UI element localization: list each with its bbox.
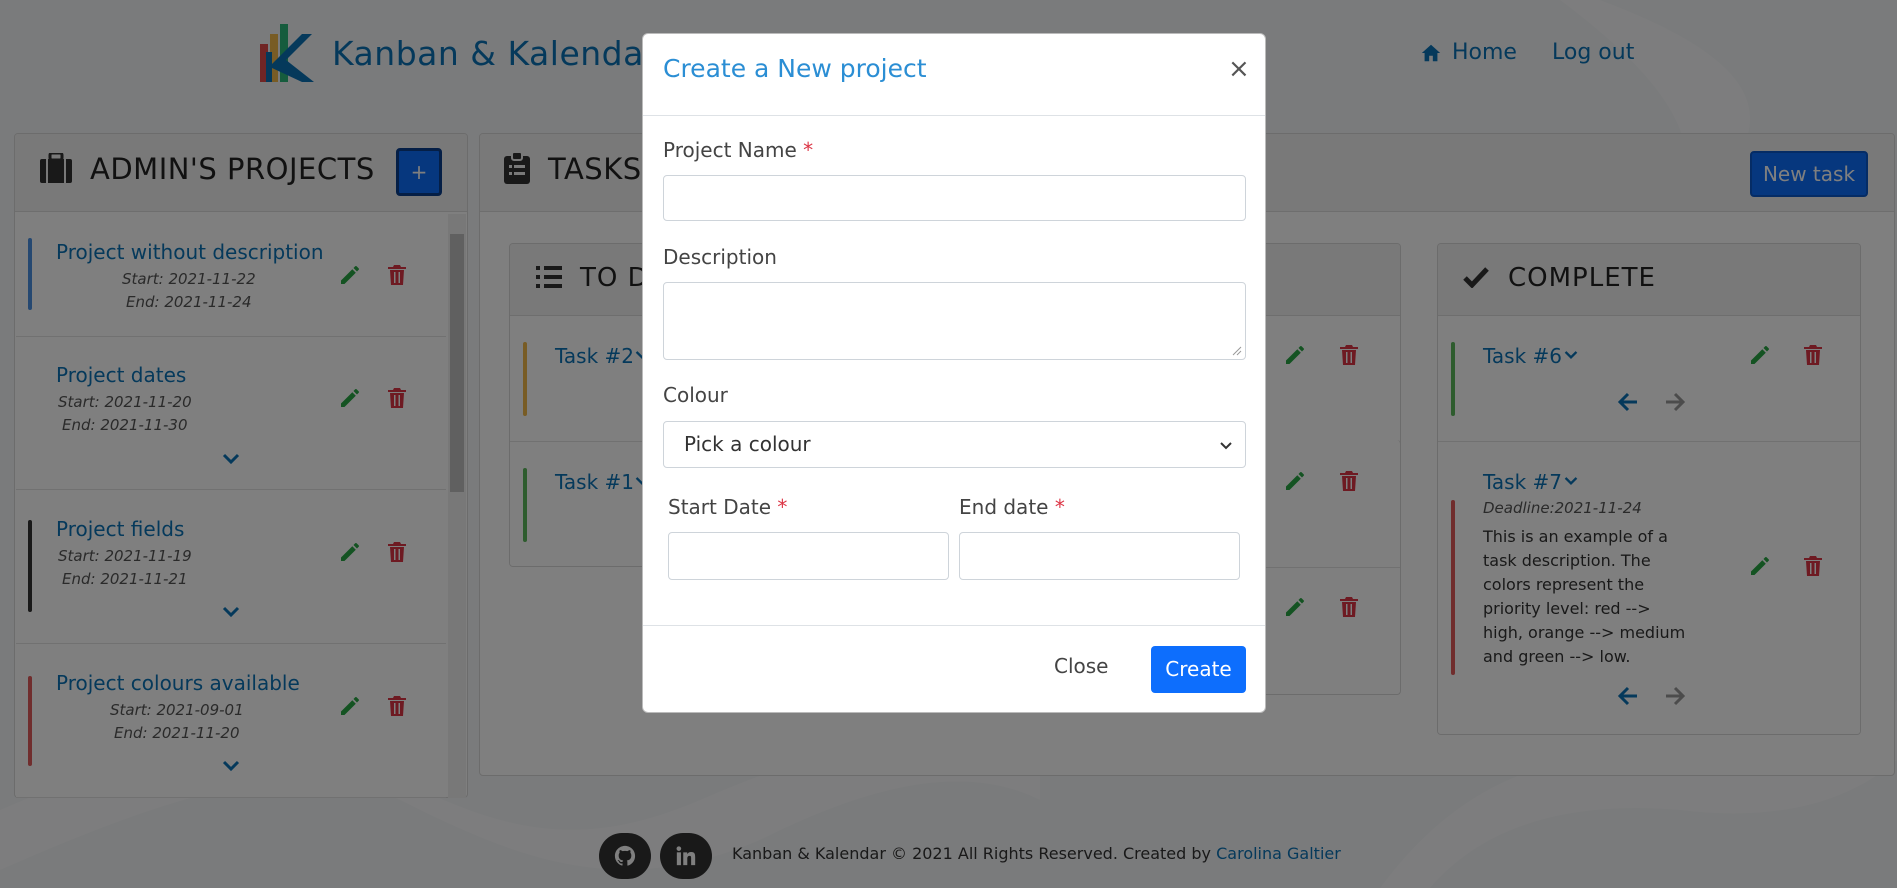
description-textarea[interactable] <box>663 282 1246 360</box>
start-date-label: Start Date * <box>668 495 787 519</box>
modal-footer-divider <box>643 625 1265 626</box>
chevron-down-icon <box>1220 442 1232 450</box>
project-name-label: Project Name * <box>663 138 813 162</box>
colour-label: Colour <box>663 383 728 407</box>
start-date-input[interactable] <box>668 532 949 580</box>
colour-select-value: Pick a colour <box>684 432 811 456</box>
end-date-input[interactable] <box>959 532 1240 580</box>
resize-handle-icon[interactable] <box>1232 346 1242 356</box>
modal-title: Create a New project <box>663 54 927 83</box>
modal-close-x-button[interactable]: × <box>1228 56 1250 82</box>
create-project-modal: Create a New project × Project Name * De… <box>642 33 1266 713</box>
project-name-input[interactable] <box>663 175 1246 221</box>
modal-header: Create a New project × <box>643 34 1265 116</box>
end-date-label: End date * <box>959 495 1065 519</box>
end-date-label-text: End date <box>959 495 1049 519</box>
start-date-label-text: Start Date <box>668 495 772 519</box>
colour-select[interactable]: Pick a colour <box>663 421 1246 468</box>
close-button[interactable]: Close <box>1054 654 1108 678</box>
create-button[interactable]: Create <box>1151 646 1246 693</box>
project-name-label-text: Project Name <box>663 138 797 162</box>
required-mark: * <box>777 495 788 519</box>
required-mark: * <box>803 138 814 162</box>
required-mark: * <box>1054 495 1065 519</box>
description-label: Description <box>663 245 777 269</box>
